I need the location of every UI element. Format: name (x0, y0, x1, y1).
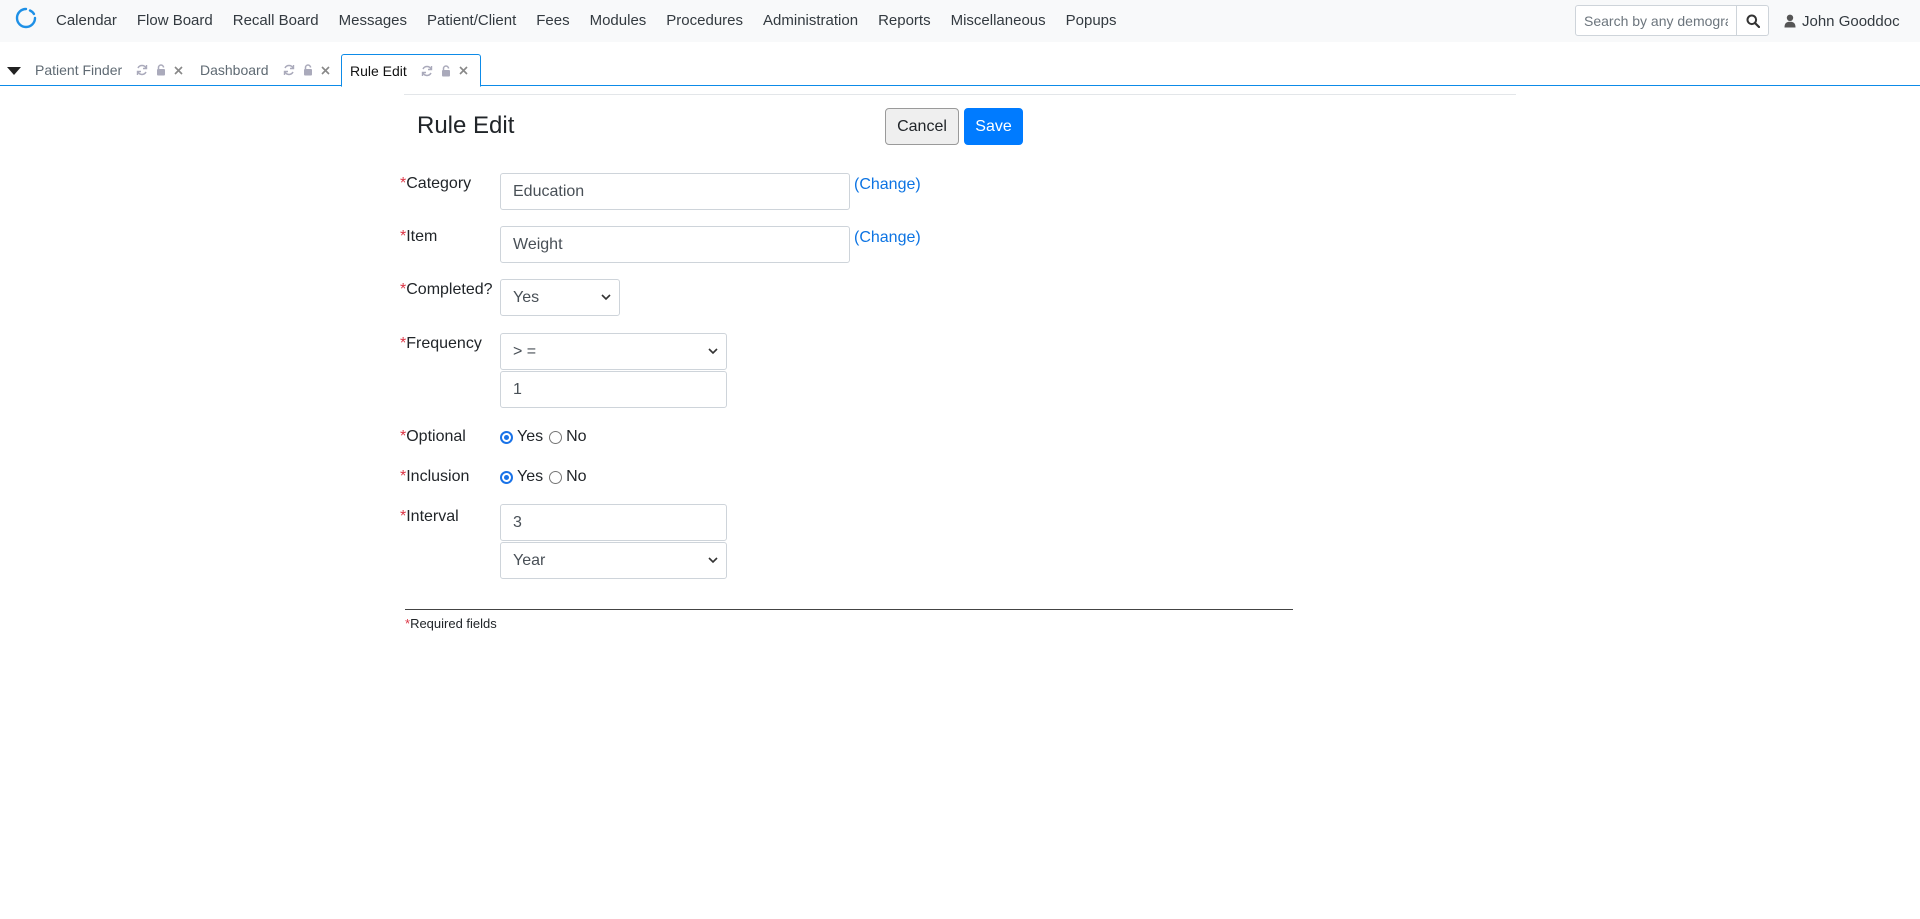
lock-icon[interactable] (156, 64, 166, 76)
patient-search (1575, 5, 1769, 36)
lock-icon[interactable] (303, 64, 313, 76)
completed-value: Yes (513, 288, 540, 306)
caret-down-icon[interactable] (7, 63, 21, 81)
item-label: *Item (400, 228, 438, 245)
interval-value-field[interactable]: 3 (500, 504, 727, 541)
interval-unit-select[interactable]: Year (500, 542, 727, 579)
cancel-button[interactable]: Cancel (885, 108, 959, 145)
menu-administration[interactable]: Administration (753, 0, 868, 42)
menu-fees[interactable]: Fees (526, 0, 579, 42)
header-divider (404, 94, 1516, 95)
chevron-down-icon (601, 294, 611, 301)
inclusion-radio-group: Yes No (500, 468, 593, 486)
user-name: John Gooddoc (1802, 12, 1900, 30)
search-input[interactable] (1575, 5, 1737, 36)
form-divider (405, 609, 1293, 610)
close-icon[interactable] (459, 66, 468, 75)
category-label: *Category (400, 175, 472, 192)
user-icon (1784, 14, 1796, 28)
tab-dashboard[interactable]: Dashboard (192, 54, 342, 86)
user-menu[interactable]: John Gooddoc (1784, 0, 1900, 42)
inclusion-no-label[interactable]: No (566, 468, 586, 486)
page-title: Rule Edit (417, 112, 515, 139)
save-button[interactable]: Save (964, 108, 1023, 145)
menu-flow-board[interactable]: Flow Board (127, 0, 223, 42)
optional-radio-group: Yes No (500, 428, 593, 446)
menu-popups[interactable]: Popups (1056, 0, 1127, 42)
search-icon (1746, 14, 1760, 28)
completed-select[interactable]: Yes (500, 279, 620, 316)
inclusion-no-radio[interactable] (549, 470, 563, 484)
menu-reports[interactable]: Reports (868, 0, 941, 42)
chevron-down-icon (708, 557, 718, 564)
menu-modules[interactable]: Modules (580, 0, 657, 42)
close-icon[interactable] (320, 65, 330, 75)
optional-no-label[interactable]: No (566, 428, 586, 446)
frequency-operator-select[interactable]: > = (500, 333, 727, 370)
top-navbar: Calendar Flow Board Recall Board Message… (0, 0, 1920, 42)
refresh-icon[interactable] (421, 65, 433, 77)
interval-unit-value: Year (513, 551, 546, 569)
inclusion-yes-label[interactable]: Yes (517, 468, 543, 486)
change-item-link[interactable]: (Change) (854, 229, 921, 247)
item-field[interactable]: Weight (500, 226, 850, 263)
menu-messages[interactable]: Messages (329, 0, 417, 42)
menu-patient-client[interactable]: Patient/Client (417, 0, 526, 42)
tab-strip: Patient Finder Dashboard Rule Edit (0, 52, 1920, 87)
optional-yes-label[interactable]: Yes (517, 428, 543, 446)
tab-patient-finder[interactable]: Patient Finder (27, 54, 195, 86)
tab-label: Dashboard (200, 62, 269, 78)
frequency-operator-value: > = (513, 342, 537, 360)
frequency-label: *Frequency (400, 335, 482, 352)
menu-recall-board[interactable]: Recall Board (223, 0, 329, 42)
optional-no-radio[interactable] (549, 430, 563, 444)
optional-yes-radio[interactable] (500, 430, 513, 444)
change-category-link[interactable]: (Change) (854, 176, 921, 194)
tab-rule-edit[interactable]: Rule Edit (341, 54, 481, 87)
category-field[interactable]: Education (500, 173, 850, 210)
chevron-down-icon (708, 348, 718, 355)
app-logo-icon[interactable] (14, 6, 38, 30)
menu-miscellaneous[interactable]: Miscellaneous (941, 0, 1056, 42)
lock-icon[interactable] (441, 64, 451, 77)
main-menu: Calendar Flow Board Recall Board Message… (46, 0, 1127, 42)
tab-label: Rule Edit (350, 62, 407, 79)
required-fields-note: *Required fields (405, 616, 497, 631)
close-icon[interactable] (174, 65, 183, 75)
refresh-icon[interactable] (136, 64, 148, 76)
menu-procedures[interactable]: Procedures (656, 0, 753, 42)
menu-calendar[interactable]: Calendar (46, 0, 127, 42)
refresh-icon[interactable] (283, 64, 295, 76)
completed-label: *Completed? (400, 281, 493, 298)
inclusion-label: *Inclusion (400, 468, 470, 485)
interval-label: *Interval (400, 508, 459, 525)
frequency-value-field[interactable]: 1 (500, 371, 727, 408)
optional-label: *Optional (400, 428, 466, 445)
tab-label: Patient Finder (35, 62, 123, 78)
inclusion-yes-radio[interactable] (500, 470, 513, 484)
search-button[interactable] (1737, 5, 1769, 36)
